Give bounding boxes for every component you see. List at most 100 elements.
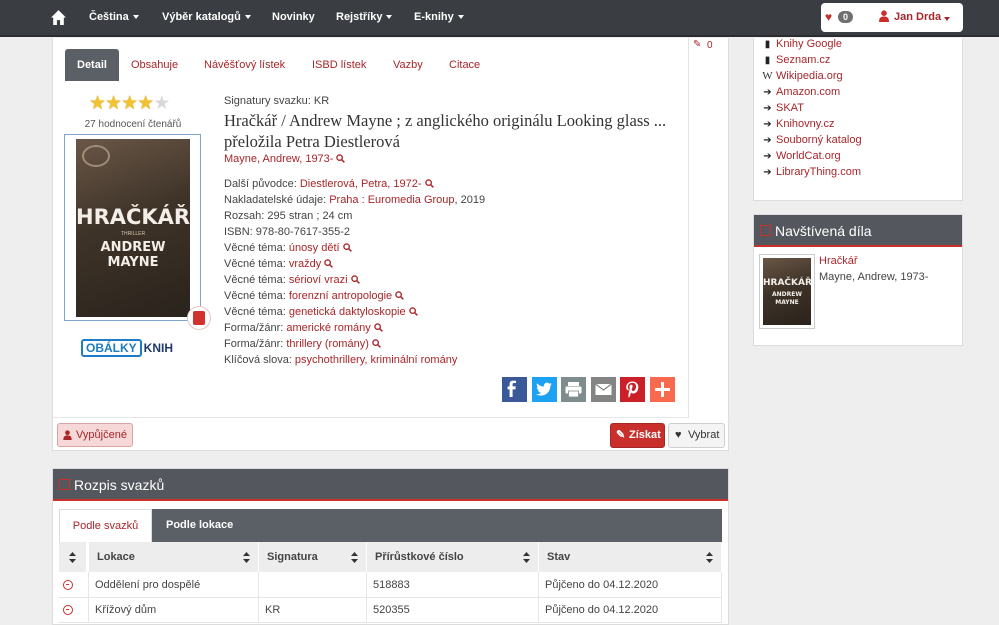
field-link[interactable]: forenzní antropologie — [289, 290, 392, 302]
field-link[interactable]: thrillery (romány) — [286, 338, 369, 350]
search-icon[interactable] — [395, 291, 405, 300]
external-link[interactable]: ➔ Souborný katalog — [762, 134, 861, 146]
star-icon[interactable]: ★ — [137, 93, 154, 114]
column-header-signature[interactable]: Signatura — [259, 542, 367, 572]
author-link[interactable]: Mayne, Andrew, 1973- — [224, 153, 333, 165]
search-icon[interactable] — [342, 243, 352, 252]
panel-header: Navštívená díla — [754, 215, 962, 247]
table-row-status-cell[interactable] — [59, 597, 89, 623]
panel-header: Rozpis svazků — [53, 469, 728, 501]
visited-cover[interactable]: HRAČKÁŘ ANDREW MAYNE — [759, 254, 815, 329]
search-icon[interactable] — [372, 339, 381, 348]
external-link[interactable]: ➔ WorldCat.org — [762, 150, 840, 162]
share-email-button[interactable] — [591, 377, 616, 402]
column-header-icon[interactable] — [59, 542, 87, 572]
more-icon — [650, 377, 675, 402]
star-icon[interactable]: ★ — [89, 93, 106, 114]
top-navbar: Čeština Výběr katalogů Novinky Rejstříky… — [0, 0, 999, 37]
share-arrow-icon: ➔ — [763, 119, 772, 130]
nav-news[interactable]: Novinky — [272, 11, 315, 23]
caret-down-icon — [457, 15, 464, 20]
tab-citation[interactable]: Citace — [449, 49, 480, 81]
star-icon[interactable]: ★ — [121, 93, 138, 114]
nav-language[interactable]: Čeština — [89, 11, 139, 23]
share-arrow-icon: ➔ — [763, 87, 772, 98]
select-button[interactable]: ♥ Vybrat — [668, 423, 725, 448]
tab-isbd-card[interactable]: ISBD lístek — [312, 49, 366, 81]
star-icon[interactable]: ★ — [153, 93, 170, 114]
external-link[interactable]: ➔ LibraryThing.com — [762, 166, 861, 178]
share-pinterest-button[interactable] — [620, 377, 645, 402]
nav-ebooks[interactable]: E-knihy — [414, 11, 464, 23]
caret-down-icon — [944, 17, 950, 21]
panel-title: Rozpis svazků — [74, 477, 165, 493]
column-header-accession[interactable]: Přírůstkové číslo — [367, 542, 539, 572]
print-icon — [561, 377, 586, 402]
user-menu[interactable]: Jan Drda — [894, 11, 941, 23]
heart-icon[interactable]: ♥ — [825, 11, 832, 23]
share-arrow-icon: ➔ — [763, 103, 772, 114]
column-header-location[interactable]: Lokace — [89, 542, 259, 572]
tab-by-location[interactable]: Podle lokace — [166, 509, 233, 542]
borrowed-button[interactable]: Vypůjčené — [57, 423, 133, 447]
record-field: ISBN: 978-80-7617-355-2 — [224, 226, 350, 238]
nav-indexes[interactable]: Rejstříky — [336, 11, 393, 23]
ebook-icon[interactable] — [187, 306, 211, 330]
visited-item-title[interactable]: Hračkář — [819, 255, 858, 267]
record-detail-panel: Detail Obsahuje Návěšťový lístek ISBD lí… — [52, 38, 730, 451]
square-icon — [760, 225, 771, 236]
search-icon[interactable] — [408, 307, 418, 316]
column-header-status[interactable]: Stav — [539, 542, 722, 572]
share-twitter-button[interactable] — [532, 377, 557, 402]
edit-count: 0 — [707, 40, 713, 51]
divider — [53, 417, 730, 418]
field-link[interactable]: Diestlerová, Petra, 1972- — [300, 178, 422, 190]
search-icon[interactable] — [424, 179, 434, 188]
share-arrow-icon: ➔ — [763, 151, 772, 162]
search-icon[interactable] — [373, 323, 383, 332]
field-link[interactable]: psychothrillery, kriminální romány — [295, 354, 457, 366]
star-icon[interactable]: ★ — [105, 93, 122, 114]
tab-by-volume[interactable]: Podle svazků — [59, 509, 152, 542]
field-link[interactable]: únosy dětí — [289, 242, 340, 254]
home-icon[interactable] — [50, 9, 67, 26]
pencil-icon[interactable]: ✎ — [693, 39, 701, 50]
external-link[interactable]: W Wikipedia.org — [762, 70, 842, 82]
book-cover[interactable]: HRAČKÁŘ THRILLER ANDREW MAYNE — [64, 134, 201, 321]
table-row-status-cell[interactable] — [59, 572, 89, 598]
share-facebook-button[interactable] — [502, 377, 527, 402]
share-print-button[interactable] — [561, 377, 586, 402]
search-icon[interactable] — [336, 154, 346, 163]
field-link[interactable]: sérioví vrazi — [289, 274, 348, 286]
email-icon — [591, 377, 616, 402]
tab-contains[interactable]: Obsahuje — [131, 49, 178, 81]
share-more-button[interactable] — [650, 377, 675, 402]
field-link[interactable]: Praha : Euromedia Group — [329, 194, 454, 206]
field-link[interactable]: americké romány — [286, 322, 370, 334]
obalky-knih-logo[interactable]: OBÁLKY KNIH — [81, 339, 173, 357]
user-box: ♥ 0 Jan Drda — [821, 3, 963, 32]
rating-stars[interactable]: ★★★★★ — [89, 93, 170, 114]
external-link[interactable]: ➔ Amazon.com — [762, 86, 840, 98]
external-link[interactable]: ▮ Knihy Google — [762, 38, 842, 50]
external-link[interactable]: ➔ Knihovny.cz — [762, 118, 834, 130]
volumes-panel: Rozpis svazků Podle svazků Podle lokace … — [52, 468, 729, 625]
tab-detail[interactable]: Detail — [65, 49, 119, 81]
tab-catalog-card[interactable]: Návěšťový lístek — [204, 49, 285, 81]
external-link[interactable]: ▮ Seznam.cz — [762, 54, 831, 66]
record-field: Věcné téma: forenzní antropologie — [224, 290, 405, 302]
tab-links[interactable]: Vazby — [393, 49, 423, 81]
search-icon[interactable] — [324, 259, 334, 268]
table-cell: 518883 — [367, 572, 539, 598]
external-link[interactable]: ➔ SKAT — [762, 102, 804, 114]
get-button[interactable]: ✎ Získat — [610, 423, 665, 448]
record-field: Nakladatelské údaje: Praha : Euromedia G… — [224, 194, 486, 206]
nav-catalog-select[interactable]: Výběr katalogů — [162, 11, 251, 23]
search-icon[interactable] — [350, 275, 360, 284]
favorites-count-badge[interactable]: 0 — [838, 11, 854, 23]
field-link[interactable]: vraždy — [289, 258, 321, 270]
cover-image: HRAČKÁŘ THRILLER ANDREW MAYNE — [76, 139, 190, 317]
field-link[interactable]: genetická daktyloskopie — [289, 306, 406, 318]
square-icon — [59, 479, 70, 490]
sort-icon — [523, 552, 530, 563]
